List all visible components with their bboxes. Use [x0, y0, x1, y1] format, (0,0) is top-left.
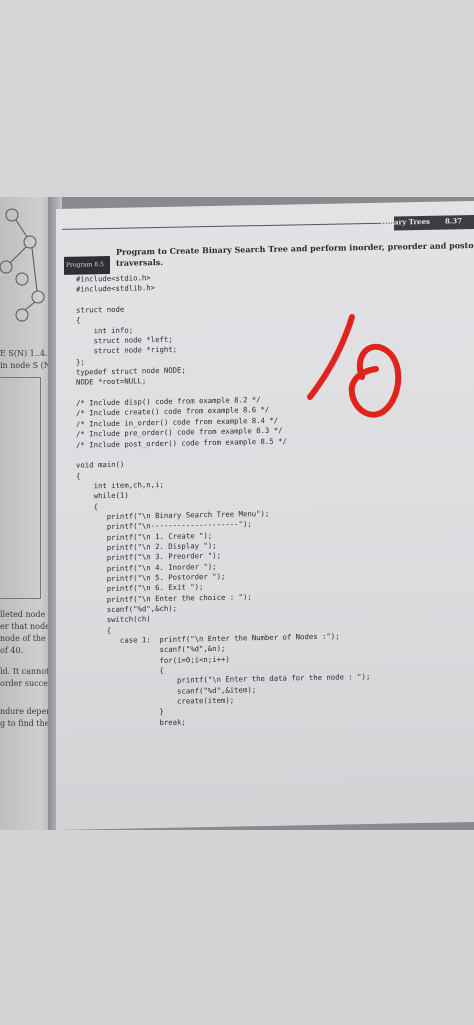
top-letterbox: [0, 0, 474, 197]
program-title: Program to Create Binary Search Tree and…: [116, 239, 474, 257]
bottom-letterbox: [0, 830, 474, 1025]
program-title-continued: traversals.: [116, 256, 164, 268]
right-page: Binary Trees 8.37 Program 8.5 Program to…: [56, 200, 474, 830]
program-label: Program 8.5: [66, 261, 104, 269]
left-text-line: of 40.: [0, 646, 24, 655]
left-text-line: g to find the: [0, 719, 50, 728]
page-number: 8.37: [444, 216, 462, 226]
section-title: Binary Trees: [380, 216, 430, 227]
left-box: [0, 377, 41, 599]
book-photo: E S(N) 1..4..-6) in node S (N) lleted no…: [0, 197, 474, 830]
handwritten-annotation: 10: [307, 314, 402, 418]
left-text-line: in node S (N): [0, 361, 54, 370]
